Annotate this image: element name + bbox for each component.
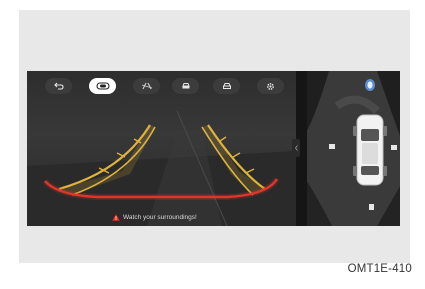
warning-message: Watch your surroundings! [112,211,197,223]
camera-toolbar [27,71,296,101]
warning-triangle-icon [112,213,120,221]
figure-caption: OMT1E-410 [347,263,412,275]
view-split-handle[interactable] [292,139,300,157]
vehicle-top-icon [353,114,387,186]
car-top-icon [222,83,231,89]
chevron-left-icon [294,145,298,151]
rear-camera-icon [95,82,110,90]
rear-sensor-icon [369,204,374,210]
back-button[interactable] [45,78,72,94]
guidelines-button[interactable] [133,78,160,94]
guideline-icon [141,82,152,90]
rear-view-button[interactable] [89,78,116,94]
warning-text: Watch your surroundings! [123,213,197,221]
car-view-2-button[interactable] [213,78,240,94]
camera-display: Watch your surroundings! [27,71,400,226]
front-sensor-icon [365,79,375,91]
gear-icon [267,82,274,90]
back-arrow-icon [53,82,64,90]
right-sensor-icon [391,145,397,150]
rear-camera-view: Watch your surroundings! [27,71,296,226]
car-view-1-button[interactable] [172,78,199,94]
left-sensor-icon [329,144,335,149]
settings-button[interactable] [257,78,284,94]
surround-top-view [307,71,400,226]
top-view-scene [307,71,400,226]
car-front-icon [181,83,190,89]
